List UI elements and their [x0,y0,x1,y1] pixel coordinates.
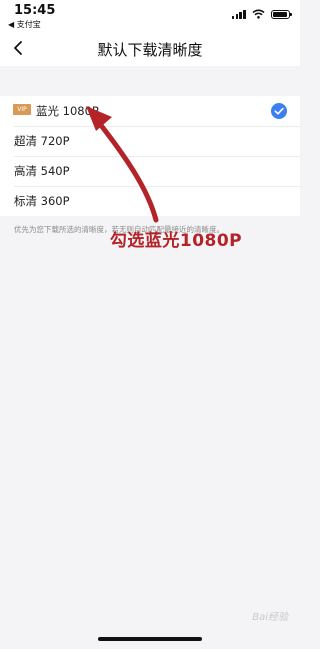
option-label: 高清 540P [14,164,70,178]
cellular-signal-icon [231,9,247,19]
option-label: 标清 360P [14,194,70,208]
status-bar: 15:45 ◀ 支付宝 [0,0,300,30]
wifi-icon [252,9,265,19]
option-360p[interactable]: 标清 360P [0,186,300,216]
quality-options-list: VIP 蓝光 1080P 超清 720P 高清 540P 标清 360P [0,96,300,216]
home-indicator[interactable] [98,637,202,641]
watermark: Bai经验 [252,612,288,623]
option-1080p[interactable]: VIP 蓝光 1080P [0,96,300,126]
option-540p[interactable]: 高清 540P [0,156,300,186]
vip-badge: VIP [13,104,31,115]
battery-icon [271,9,292,19]
status-icons [231,8,292,20]
page-title: 默认下载清晰度 [97,41,203,59]
back-to-app-link[interactable]: ◀ 支付宝 [8,19,41,30]
status-time: 15:45 [14,3,56,18]
nav-bar: 默认下载清晰度 [0,30,300,66]
check-circle-icon [271,103,287,119]
annotation-label: 勾选蓝光1080P [109,231,243,251]
option-label: 超清 720P [14,134,70,148]
option-720p[interactable]: 超清 720P [0,126,300,156]
option-label: 蓝光 1080P [36,104,99,118]
section-spacer [0,66,300,96]
